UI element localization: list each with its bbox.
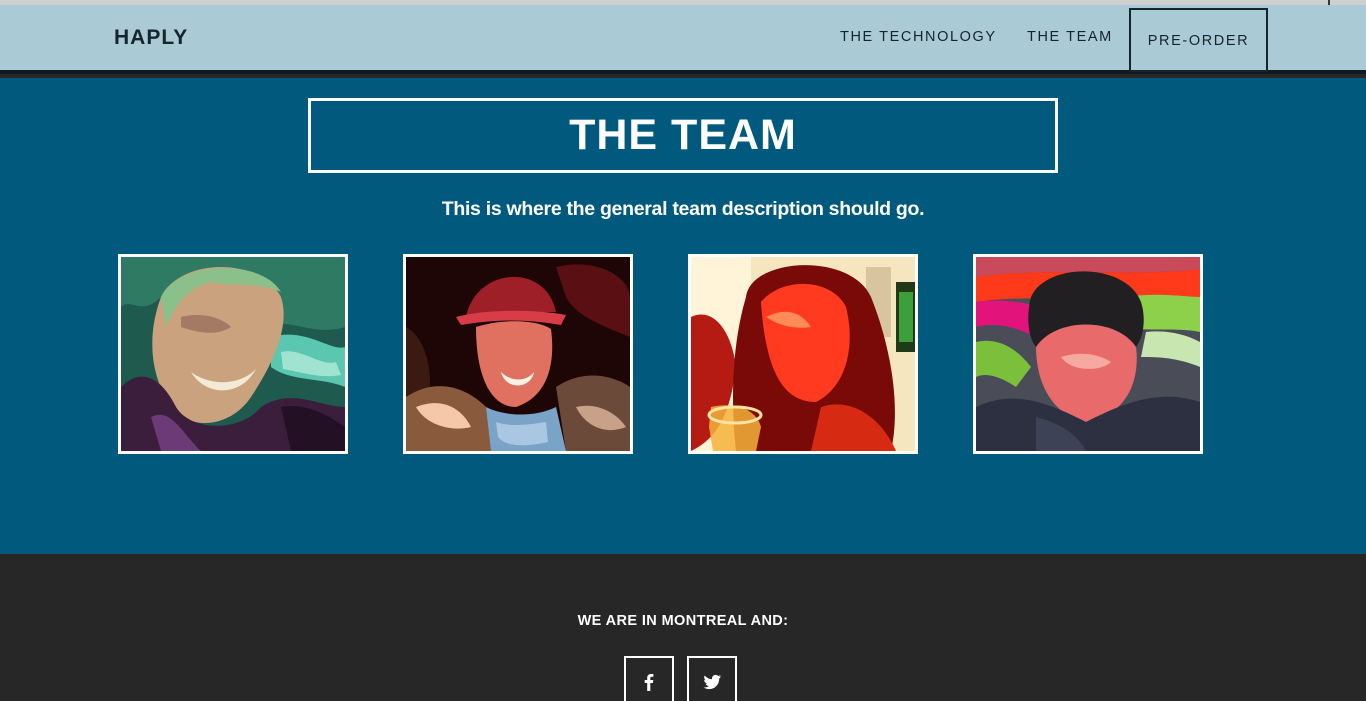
nav-link-technology[interactable]: THE TECHNOLOGY [840,29,997,45]
brand-logo-link[interactable]: HAPLY [114,26,188,50]
twitter-icon [703,674,721,690]
team-member-photo-3[interactable] [688,254,918,454]
team-member-photo-2[interactable] [403,254,633,454]
facebook-icon [644,674,654,691]
team-member-photo-4[interactable] [973,254,1203,454]
page-title: THE TEAM [569,111,797,159]
team-section: THE TEAM This is where the general team … [0,78,1366,554]
team-title-box: THE TEAM [308,98,1058,173]
footer-location-text: WE ARE IN MONTREAL AND: [577,613,789,629]
team-member-photo-1[interactable] [118,254,348,454]
facebook-link[interactable] [624,656,674,701]
pre-order-button[interactable]: PRE-ORDER [1129,8,1268,72]
nav-link-team[interactable]: THE TEAM [1027,29,1113,45]
navbar: HAPLY THE TECHNOLOGY THE TEAM PRE-ORDER [0,5,1366,74]
twitter-link[interactable] [687,656,737,701]
team-description: This is where the general team descripti… [441,198,925,220]
footer: WE ARE IN MONTREAL AND: [0,554,1366,701]
